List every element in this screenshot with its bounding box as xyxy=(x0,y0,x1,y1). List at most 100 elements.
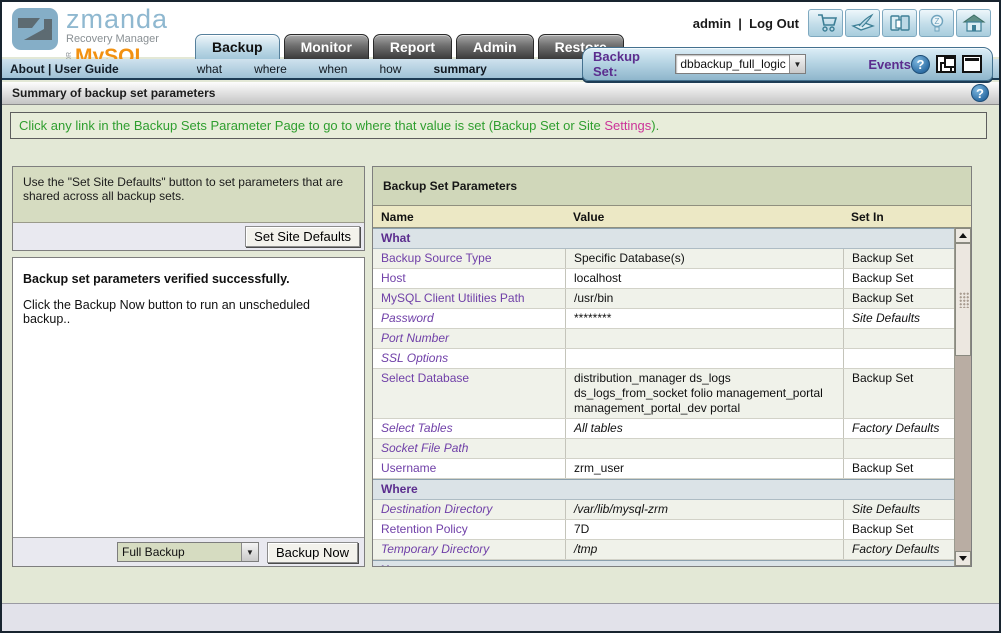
param-value: /usr/bin xyxy=(565,289,843,308)
subnav-when[interactable]: when xyxy=(319,62,348,76)
param-link[interactable]: Temporary Directory xyxy=(381,542,489,556)
table-row: Select Database distribution_manager ds_… xyxy=(373,369,955,419)
param-set-in: Backup Set xyxy=(843,269,955,288)
parameters-panel-title: Backup Set Parameters xyxy=(373,167,971,206)
info-message-text: Click any link in the Backup Sets Parame… xyxy=(19,118,659,133)
backup-set-label: Backup Set: xyxy=(593,49,667,79)
param-value: localhost xyxy=(565,269,843,288)
table-row: Username zrm_user Backup Set xyxy=(373,459,955,479)
events-link[interactable]: Events xyxy=(868,57,911,72)
section-row-where: Where xyxy=(373,479,955,500)
param-set-in: Site Defaults xyxy=(843,309,955,328)
table-row: Socket File Path xyxy=(373,439,955,459)
main-tabs: Backup Monitor Report Admin Restore xyxy=(195,34,624,59)
subnav-what[interactable]: what xyxy=(197,62,222,76)
subnav-where[interactable]: where xyxy=(254,62,287,76)
quill-signup-icon[interactable] xyxy=(845,9,880,37)
user-separator: | xyxy=(738,16,742,31)
cart-icon[interactable] xyxy=(808,9,843,37)
backup-set-select[interactable]: dbbackup_full_logic ▼ xyxy=(675,54,806,74)
param-value: /var/lib/mysql-zrm xyxy=(565,500,843,519)
subnav-how[interactable]: how xyxy=(379,62,401,76)
table-row: Select Tables All tables Factory Default… xyxy=(373,419,955,439)
app-window: zmanda Recovery Manager FOR MySQL admin … xyxy=(0,0,1001,633)
scroll-up-icon[interactable] xyxy=(955,228,971,243)
param-value: All tables xyxy=(565,419,843,438)
param-link[interactable]: Select Database xyxy=(381,371,469,385)
section-label: What xyxy=(373,229,955,248)
bar-window-controls: ? xyxy=(911,55,982,74)
section-row-what: What xyxy=(373,228,955,249)
parameters-table-wrap: What Backup Source Type Specific Databas… xyxy=(373,228,971,566)
site-defaults-box: Use the "Set Site Defaults" button to se… xyxy=(12,166,365,251)
header-toolbar: Z xyxy=(808,9,991,37)
scrollbar-thumb[interactable] xyxy=(955,243,971,356)
about-user-guide-links[interactable]: About | User Guide xyxy=(10,62,119,76)
zmanda-logo: zmanda Recovery Manager FOR MySQL xyxy=(10,6,168,67)
param-link[interactable]: Host xyxy=(381,271,406,285)
home-icon[interactable] xyxy=(956,9,991,37)
backup-set-parameters-panel: Backup Set Parameters Name Value Set In … xyxy=(372,166,972,567)
param-set-in xyxy=(843,329,955,348)
param-link[interactable]: Username xyxy=(381,461,436,475)
table-row: Host localhost Backup Set xyxy=(373,269,955,289)
page-title-bar: Summary of backup set parameters ? xyxy=(2,82,999,105)
restore-window-icon[interactable] xyxy=(936,55,956,73)
param-link[interactable]: SSL Options xyxy=(381,351,448,365)
subnav-summary[interactable]: summary xyxy=(433,62,486,76)
param-set-in: Factory Defaults xyxy=(843,419,955,438)
chevron-down-icon[interactable]: ▼ xyxy=(789,55,806,73)
param-link[interactable]: Backup Source Type xyxy=(381,251,492,265)
chevron-down-icon[interactable]: ▼ xyxy=(241,543,258,561)
maximize-window-icon[interactable] xyxy=(962,55,982,73)
page-help-icon[interactable]: ? xyxy=(971,84,989,102)
param-link[interactable]: Password xyxy=(381,311,434,325)
logo-text: zmanda Recovery Manager FOR MySQL xyxy=(66,6,168,67)
help-icon[interactable]: ? xyxy=(911,55,930,74)
backup-type-select[interactable]: Full Backup ▼ xyxy=(117,542,259,562)
section-label: Where xyxy=(373,480,955,499)
settings-link[interactable]: Settings xyxy=(604,118,651,133)
site-defaults-actions: Set Site Defaults xyxy=(13,223,364,250)
backup-subnav-links: what where when how summary xyxy=(197,62,487,76)
param-link[interactable]: MySQL Client Utilities Path xyxy=(381,291,525,305)
param-link[interactable]: Port Number xyxy=(381,331,449,345)
tab-backup[interactable]: Backup xyxy=(195,34,280,59)
tab-monitor[interactable]: Monitor xyxy=(284,34,369,59)
table-row: Retention Policy 7D Backup Set xyxy=(373,520,955,540)
bulb-tip-icon[interactable]: Z xyxy=(919,9,954,37)
param-set-in: Site Defaults xyxy=(843,500,955,519)
param-value: distribution_manager ds_logs ds_logs_fro… xyxy=(565,369,843,418)
forum-icon[interactable] xyxy=(882,9,917,37)
param-link[interactable]: Socket File Path xyxy=(381,441,468,455)
backup-now-button[interactable]: Backup Now xyxy=(267,542,358,563)
param-value: /tmp xyxy=(565,540,843,559)
svg-text:Z: Z xyxy=(934,17,939,26)
tab-report[interactable]: Report xyxy=(373,34,452,59)
table-scrollbar[interactable] xyxy=(954,228,971,566)
column-header-value: Value xyxy=(565,210,843,224)
logout-link[interactable]: Log Out xyxy=(749,16,799,31)
table-row: Temporary Directory /tmp Factory Default… xyxy=(373,540,955,560)
param-link[interactable]: Retention Policy xyxy=(381,522,468,536)
scroll-down-icon[interactable] xyxy=(955,551,971,566)
zmanda-logo-icon xyxy=(10,6,60,52)
table-row: Backup Source Type Specific Database(s) … xyxy=(373,249,955,269)
info-message-bar: Click any link in the Backup Sets Parame… xyxy=(10,112,987,139)
scrollbar-grip xyxy=(959,292,969,308)
tab-admin[interactable]: Admin xyxy=(456,34,534,59)
param-value xyxy=(565,439,843,458)
set-site-defaults-button[interactable]: Set Site Defaults xyxy=(245,226,360,247)
param-value: Specific Database(s) xyxy=(565,249,843,268)
status-title: Backup set parameters verified successfu… xyxy=(13,258,364,286)
table-row: Password ******** Site Defaults xyxy=(373,309,955,329)
table-row: SSL Options xyxy=(373,349,955,369)
param-link[interactable]: Destination Directory xyxy=(381,502,492,516)
param-value: zrm_user xyxy=(565,459,843,478)
table-row: Destination Directory /var/lib/mysql-zrm… xyxy=(373,500,955,520)
status-box: Backup set parameters verified successfu… xyxy=(12,257,365,567)
column-header-set-in: Set In xyxy=(843,210,971,224)
param-value xyxy=(565,349,843,368)
param-link[interactable]: Select Tables xyxy=(381,421,453,435)
parameters-column-headers: Name Value Set In xyxy=(373,206,971,228)
